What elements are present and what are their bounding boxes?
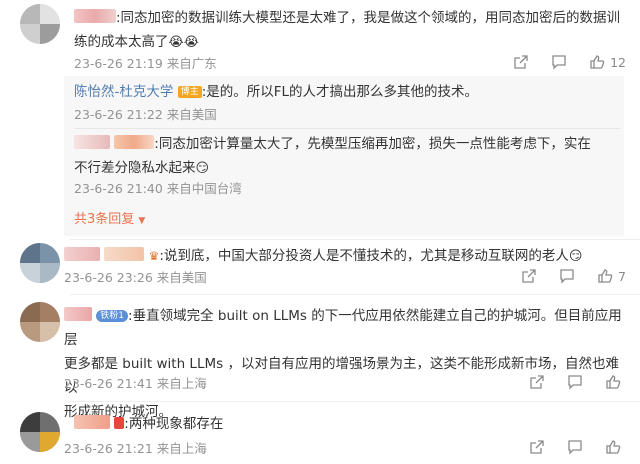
comment-actions: [529, 439, 626, 455]
blurred-username[interactable]: [104, 247, 145, 261]
blurred-username[interactable]: [74, 9, 116, 23]
blurred-username[interactable]: [114, 135, 155, 149]
thumbs-up-icon: [606, 440, 621, 454]
comment-actions: 12: [513, 54, 626, 70]
share-icon[interactable]: [529, 439, 545, 455]
like-count: 12: [610, 54, 626, 70]
more-replies-link[interactable]: 共3条回复 ▼: [74, 208, 145, 227]
comment-text: 铁粉1:垂直领域完全 built on LLMs 的下一代应用依然能建立自己的护…: [64, 307, 622, 420]
divider: [74, 128, 620, 129]
reply-text: :同态加密计算量太大了，先模型压缩再加密，损失一点性能考虑下，实在 不行差分隐私…: [74, 135, 591, 176]
avatar[interactable]: [20, 243, 60, 283]
smirk-emoji: 😏: [568, 249, 583, 264]
comment-meta: 23-6-26 23:26 来自美国: [64, 270, 207, 285]
comment-meta: 23-6-26 21:21 来自上海: [64, 441, 207, 456]
reply-meta: 23-6-26 21:22 来自美国: [74, 107, 217, 122]
blurred-username[interactable]: [74, 415, 110, 429]
comment-icon[interactable]: [551, 54, 567, 70]
smirk-emoji: 😏: [195, 161, 210, 176]
divider: [70, 401, 640, 402]
blurred-username[interactable]: [64, 307, 92, 321]
comment-text: :两种现象都存在: [74, 412, 614, 436]
badge-icon: [114, 417, 125, 429]
comment-text: ♛:说到底，中国大部分投资人是不懂技术的，尤其是移动互联网的老人😏: [64, 244, 624, 269]
comment-meta: 23-6-26 21:19 来自广东: [74, 56, 217, 72]
like-button[interactable]: 7: [597, 268, 626, 284]
share-icon[interactable]: [529, 374, 545, 390]
location: 来自广东: [166, 56, 217, 71]
comment-icon[interactable]: [559, 268, 575, 284]
comment-text: :同态加密的数据训练大模型还是太难了，我是做这个领域的，用同态加密后的数据训练的…: [74, 9, 621, 50]
blurred-username[interactable]: [64, 247, 100, 261]
divider: [70, 294, 640, 295]
avatar[interactable]: [20, 302, 60, 342]
fan-badge: 铁粉1: [96, 310, 129, 322]
caret-down-icon: ▼: [138, 216, 146, 226]
like-count: 7: [618, 268, 626, 284]
thumbs-up-icon: [590, 55, 605, 69]
like-button[interactable]: [605, 439, 626, 455]
timestamp: 23-6-26 21:19: [74, 56, 163, 71]
crying-emoji: 😭😭: [168, 35, 199, 50]
comment-actions: [529, 374, 626, 390]
comment-actions: 7: [521, 268, 626, 284]
divider: [70, 239, 640, 240]
blurred-username[interactable]: [74, 135, 110, 149]
comment-icon[interactable]: [567, 374, 583, 390]
blogger-tag: 博主: [177, 86, 202, 98]
thumbs-up-icon: [606, 375, 621, 389]
thumbs-up-icon: [598, 269, 613, 283]
crown-icon: ♛: [148, 249, 160, 263]
share-icon[interactable]: [513, 54, 529, 70]
share-icon[interactable]: [521, 268, 537, 284]
avatar[interactable]: [20, 412, 60, 452]
comment-icon[interactable]: [567, 439, 583, 455]
reply-username[interactable]: 陈怡然-杜克大学: [74, 84, 173, 100]
comment-meta: 23-6-26 21:41 来自上海: [64, 376, 207, 391]
like-button[interactable]: [605, 374, 626, 390]
reply-meta: 23-6-26 21:40 来自中国台湾: [74, 181, 242, 196]
like-button[interactable]: 12: [589, 54, 626, 70]
reply-text: 陈怡然-杜克大学 博主:是的。所以FL的人才搞出那么多其他的技术。: [74, 84, 479, 100]
avatar[interactable]: [20, 4, 60, 44]
